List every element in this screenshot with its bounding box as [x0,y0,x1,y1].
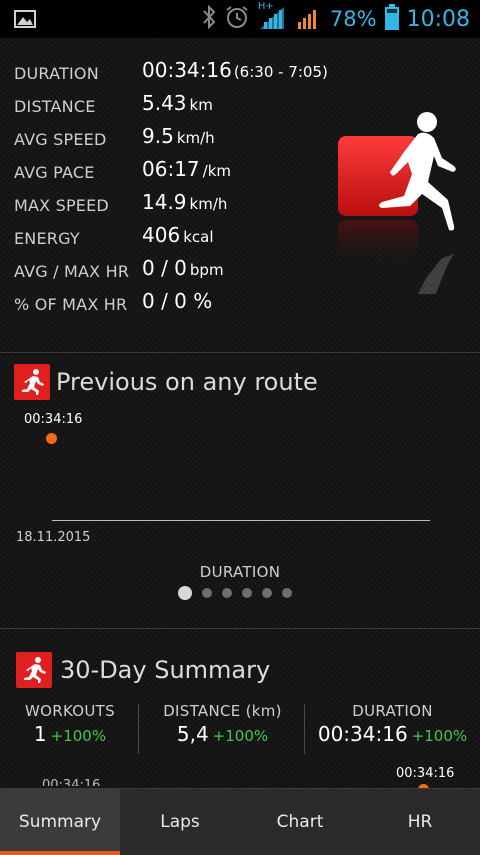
summary-label: DISTANCE (km) [163,702,282,720]
stat-row-avg-max-hr: AVG / MAX HR 0 / 0 bpm [14,256,344,286]
tab-laps[interactable]: Laps [120,789,240,855]
stat-row-duration: DURATION 00:34:16 (6:30 - 7:05) [14,58,344,88]
date-label: 18.11.2015 [16,530,91,545]
chart-axis [52,520,430,521]
stat-label: AVG PACE [14,163,95,182]
tab-label: Summary [18,812,102,832]
divider [0,628,480,629]
data-point-label: 00:34:16 [42,778,101,786]
stat-value: 0 / 0 bpm [142,256,224,280]
bluetooth-icon [202,4,216,33]
page-dot[interactable] [242,588,252,598]
tab-summary[interactable]: Summary [0,789,120,855]
battery-percent: 78% [329,7,377,31]
running-activity-icon [330,108,465,298]
signal-icon [294,5,322,33]
signal-icon: H+ [258,1,286,33]
stat-label: MAX SPEED [14,196,109,215]
stat-row-energy: ENERGY 406 kcal [14,223,344,253]
tab-label: Chart [276,812,324,832]
tab-label: HR [407,812,433,832]
stat-label: ENERGY [14,229,80,248]
stat-label: DISTANCE [14,97,96,116]
network-type-label: H+ [257,1,274,12]
chart-metric-name: DURATION [199,563,281,581]
summary-stats: WORKOUTS 1 +100% DISTANCE (km) 5,4 +100% D… [0,702,480,762]
page-dot[interactable] [262,588,272,598]
summary-header: 30-Day Summary [16,652,270,688]
page-dot[interactable] [282,588,292,598]
data-point[interactable] [46,433,57,444]
stat-value: 06:17/km [142,157,231,181]
column-divider [138,704,139,754]
stat-label: AVG SPEED [14,130,107,149]
stat-label: % OF MAX HR [14,295,128,314]
column-divider [304,704,305,754]
stat-value: 9.5 km/h [142,124,215,148]
section-title: Previous on any route [56,368,318,396]
image-icon [14,10,36,32]
page-indicator[interactable] [178,586,292,600]
summary-distance: DISTANCE (km) 5,4 +100% [140,702,305,762]
stat-value: 14.9 km/h [142,190,228,214]
running-icon [14,364,50,400]
summary-workouts: WORKOUTS 1 +100% [0,702,140,762]
running-icon [16,652,52,688]
battery-icon [384,4,399,34]
stat-value: 406 kcal [142,223,214,247]
stat-value: 00:34:16 (6:30 - 7:05) [142,58,328,82]
stat-label: DURATION [14,64,99,83]
alarm-icon [224,5,250,33]
page-dot[interactable] [202,588,212,598]
summary-value: 00:34:16 +100% [317,722,468,746]
page-dot[interactable] [222,588,232,598]
stat-row-avg-speed: AVG SPEED 9.5 km/h [14,124,344,154]
previous-route-header: Previous on any route [14,364,318,400]
tab-hr[interactable]: HR [360,789,480,855]
stat-row-max-speed: MAX SPEED 14.9 km/h [14,190,344,220]
summary-label: WORKOUTS [25,702,115,720]
summary-value: 1 +100% [33,722,107,746]
stat-label: AVG / MAX HR [14,262,130,281]
stat-row-avg-pace: AVG PACE 06:17/km [14,157,344,187]
stat-value: 0 / 0 % [142,289,213,313]
status-bar: H+ 78% 10:08 [0,0,480,38]
summary-duration: DURATION 00:34:16 +100% [305,702,480,762]
bottom-tab-bar: Summary Laps Chart HR [0,788,480,855]
page-dot-active[interactable] [178,586,192,600]
data-point-label: 00:34:16 [24,412,83,427]
tab-chart[interactable]: Chart [240,789,360,855]
summary-value: 5,4 +100% [176,722,269,746]
stat-row-percent-max-hr: % OF MAX HR 0 / 0 % [14,289,344,319]
section-title: 30-Day Summary [60,656,271,684]
stat-row-distance: DISTANCE 5.43 km [14,91,344,121]
summary-label: DURATION [352,702,433,720]
tab-label: Laps [160,812,200,832]
divider [0,352,480,353]
data-point-label: 00:34:16 [396,766,455,781]
stat-value: 5.43 km [142,91,213,115]
clock: 10:08 [406,6,470,32]
